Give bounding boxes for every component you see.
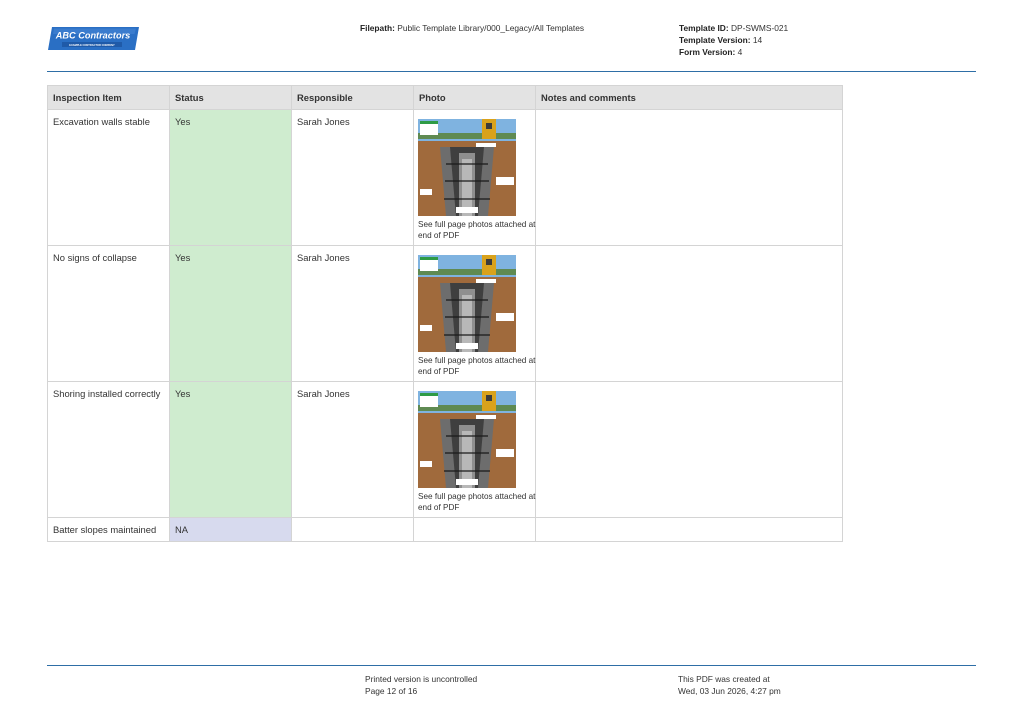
- photo-cell: See full page photos attached at end of …: [413, 245, 536, 382]
- table-row: No signs of collapse Yes Sarah Jones See…: [47, 245, 843, 382]
- header-divider: [47, 71, 976, 73]
- excavation-photo[interactable]: [418, 391, 516, 488]
- uncontrolled-notice: Printed version is uncontrolled: [365, 674, 478, 684]
- logo-subtext: EXAMPLE CONTRACTOR COMPANY: [69, 43, 115, 47]
- photo-note: See full page photos attached at end of …: [418, 356, 536, 377]
- notes-cell: [535, 245, 843, 382]
- notes-cell: [535, 517, 843, 542]
- photo-cell: [413, 517, 536, 542]
- filepath-value: Public Template Library/000_Legacy/All T…: [397, 23, 585, 33]
- column-header-status: Status: [169, 85, 292, 110]
- template-version: Template Version: 14: [679, 34, 788, 46]
- notes-cell: [535, 381, 843, 518]
- status-cell[interactable]: Yes: [169, 245, 292, 382]
- inspection-item-cell: Batter slopes maintained: [47, 517, 170, 542]
- inspection-item-cell: No signs of collapse: [47, 245, 170, 382]
- footer-divider: [47, 665, 976, 667]
- responsible-cell: Sarah Jones: [291, 109, 414, 246]
- table-row: Excavation walls stable Yes Sarah Jones: [47, 109, 843, 246]
- filepath: Filepath: Public Template Library/000_Le…: [360, 22, 584, 34]
- inspection-item-cell: Excavation walls stable: [47, 109, 170, 246]
- responsible-cell: Sarah Jones: [291, 245, 414, 382]
- table-header-row: Inspection Item Status Responsible Photo…: [47, 85, 843, 110]
- template-id: Template ID: DP-SWMS-021: [679, 22, 788, 34]
- created-label: This PDF was created at: [678, 674, 770, 684]
- status-cell[interactable]: NA: [169, 517, 292, 542]
- photo-note: See full page photos attached at end of …: [418, 220, 536, 241]
- template-id-value: DP-SWMS-021: [730, 23, 789, 33]
- template-info: Template ID: DP-SWMS-021 Template Versio…: [679, 22, 788, 59]
- footer-created-info: This PDF was created at Wed, 03 Jun 2026…: [678, 673, 781, 698]
- photo-note: See full page photos attached at end of …: [418, 492, 536, 513]
- column-header-inspection-item: Inspection Item: [47, 85, 170, 110]
- page-number: Page 12 of 16: [365, 686, 418, 697]
- photo-cell: See full page photos attached at end of …: [413, 381, 536, 518]
- template-id-label: Template ID:: [679, 23, 729, 33]
- excavation-photo[interactable]: [418, 119, 516, 216]
- filepath-label: Filepath:: [360, 23, 395, 33]
- notes-cell: [535, 109, 843, 246]
- logo-text: ABC Contractors: [55, 31, 131, 41]
- template-version-label: Template Version:: [679, 35, 751, 46]
- table-row: Shoring installed correctly Yes Sarah Jo…: [47, 381, 843, 518]
- company-logo: ABC Contractors EXAMPLE CONTRACTOR COMPA…: [48, 26, 140, 52]
- form-version-label: Form Version:: [679, 47, 736, 58]
- responsible-cell: [291, 517, 414, 542]
- photo-cell: See full page photos attached at end of …: [413, 109, 536, 246]
- column-header-photo: Photo: [413, 85, 536, 110]
- inspection-table: Inspection Item Status Responsible Photo…: [47, 85, 843, 542]
- form-version: Form Version: 4: [679, 46, 788, 58]
- status-cell[interactable]: Yes: [169, 381, 292, 518]
- footer-page-info: Printed version is uncontrolled Page 12 …: [365, 673, 477, 698]
- excavation-photo[interactable]: [418, 255, 516, 352]
- template-version-value: 14: [752, 35, 763, 46]
- table-row: Batter slopes maintained NA: [47, 517, 843, 542]
- status-cell[interactable]: Yes: [169, 109, 292, 246]
- responsible-cell: Sarah Jones: [291, 381, 414, 518]
- column-header-notes: Notes and comments: [535, 85, 843, 110]
- created-timestamp: Wed, 03 Jun 2026, 4:27 pm: [678, 686, 781, 697]
- inspection-item-cell: Shoring installed correctly: [47, 381, 170, 518]
- form-version-value: 4: [737, 47, 743, 58]
- column-header-responsible: Responsible: [291, 85, 414, 110]
